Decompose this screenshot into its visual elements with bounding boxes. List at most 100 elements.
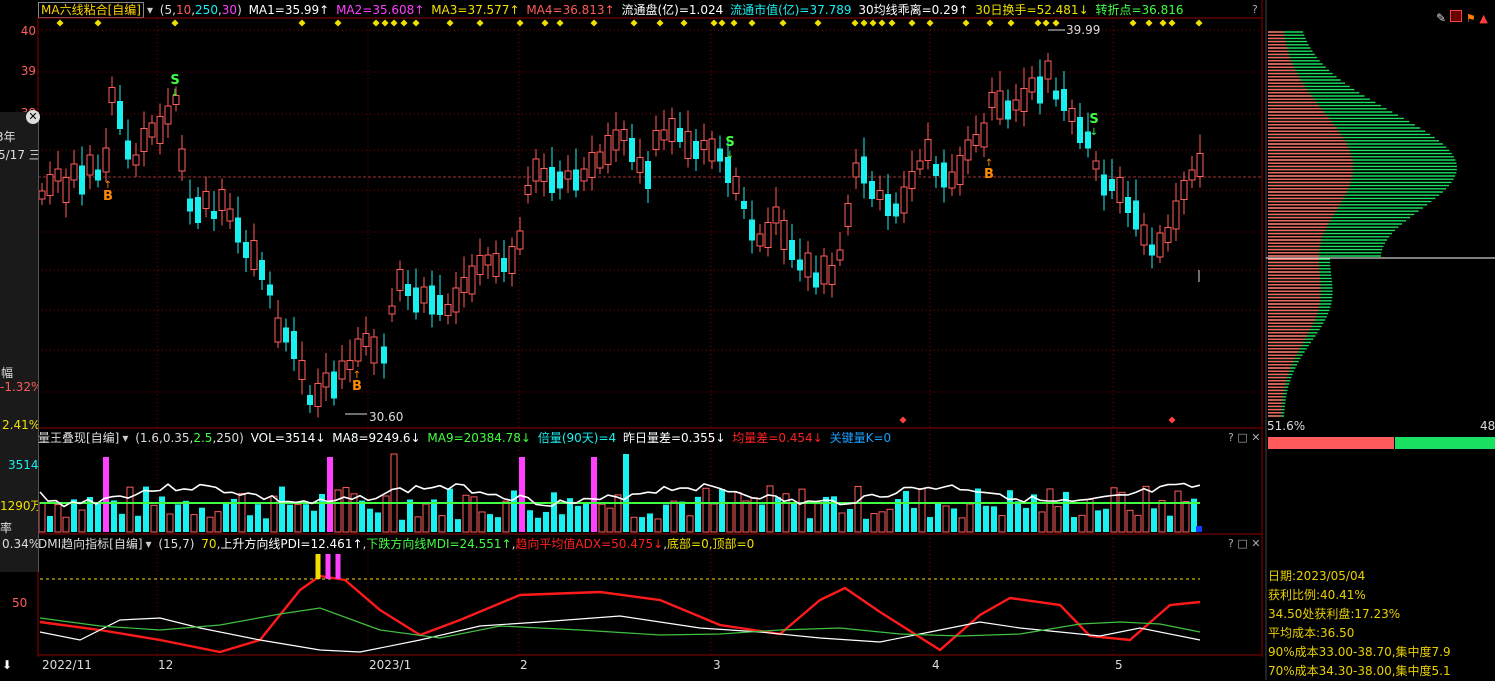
volume-bar [958,517,966,533]
chip-cost-90: 90%成本33.00-38.70,集中度7.9 [1268,645,1451,659]
volume-bar [543,511,549,532]
candle-body-up [684,131,692,159]
volume-bar [103,457,109,532]
candle-body-up [908,171,916,189]
volume-bar [223,503,229,532]
candle-body-up [708,138,716,162]
candle-body-down [933,164,939,176]
candle-body-down [1109,179,1115,191]
candle-body-down [331,371,337,399]
info-date: 5/17 三 [0,148,39,162]
signal-diamond [860,19,868,27]
volume-bar [791,502,797,532]
volume-bar [1103,508,1109,532]
volume-bar [742,500,750,533]
candle-body-down [1061,89,1067,111]
volume-bar [918,488,926,533]
candle-body-up [772,206,780,224]
candle-body-up [564,170,572,180]
dropdown-arrow-icon[interactable]: ▾ [146,537,152,551]
volume-bar [1046,488,1054,533]
candle-body-up [202,191,210,209]
volume-bar [591,457,597,532]
close-info-icon[interactable]: ✕ [26,110,40,124]
volume-bar [511,490,517,532]
info-rate-label: 率 [0,521,13,535]
volume-bar [886,508,894,533]
candle-body-up [980,122,988,148]
candle-body-up [46,174,54,196]
candle-body-up [996,90,1004,120]
candle-body-up [1012,99,1020,111]
dmi-indicator-dropdown[interactable]: DMI趋向指标[自编] [38,537,143,551]
volume-bar [927,517,933,532]
signal-diamond [1129,19,1137,27]
info-pct: 2.41% [2,418,39,432]
candle-body-up [508,246,516,274]
candle-body-up [804,252,812,278]
volume-bar [679,501,685,532]
signal-arrow-icon: ↓ [171,88,179,99]
volume-bar [150,504,158,533]
volume-bar [238,492,246,533]
volume-bar [759,504,765,532]
candle-body-down [291,331,297,359]
candle-body-up [604,135,612,165]
signal-diamond [878,19,886,27]
volume-bar [686,515,694,533]
dmi-top: 顶部=0 [712,537,755,551]
fire-icon[interactable]: ▲ [1479,12,1487,25]
signal-diamond [1052,19,1060,27]
volume-bar [303,504,309,532]
candle-body-up [1068,108,1076,122]
candle-body-up [218,189,226,211]
chip-profit-ratio: 获利比例:40.41% [1268,588,1366,602]
candle-body-up [250,240,258,270]
candle-body-down [941,162,947,188]
candle-body-up [1196,153,1204,177]
volume-marker [1196,526,1202,532]
signal-arrow-icon: ↑ [104,180,112,191]
candle-body-down [1005,100,1011,120]
volume-bar [623,454,629,532]
candle-body-down [437,295,443,315]
candle-body-up [484,254,492,266]
dmi-panel-controls[interactable]: ? □ ✕ [1228,537,1260,550]
volume-bar [710,503,718,533]
volume-bar [438,515,446,533]
candle-body-up [900,186,908,214]
volume-bar [1054,506,1062,533]
info-year: 3年 [0,130,16,144]
volume-bar [1126,509,1134,533]
key-volume-k: 关键量K=0 [829,431,892,445]
volume-bar [863,518,869,532]
pen-icon[interactable]: ✎ [1436,11,1446,25]
candle-body-up [652,130,660,150]
volume-bar [159,496,165,532]
candle-body-down [1149,244,1155,256]
volume-bar [966,503,974,533]
volume-panel-controls[interactable]: ? □ ✕ [1228,431,1260,444]
candle-body-up [476,255,484,275]
volume-bar [462,494,470,533]
volume-bar [455,519,461,532]
flag-icon[interactable]: ⚑ [1466,12,1476,25]
volume-bar [334,489,342,533]
volume-bar [807,518,813,532]
volume-bar [502,500,510,533]
dropdown-arrow-icon[interactable]: ▾ [122,431,128,445]
volume-bar [1007,490,1013,532]
candle-body-up [226,208,234,222]
candle-body-up [516,230,524,250]
signal-arrow-icon: ↓ [1090,127,1098,138]
signal-diamond [381,19,389,27]
chip-loss-pct: 48 [1480,419,1495,433]
volume-bar [311,510,317,532]
volume-bar [183,500,189,532]
signal-diamond [1145,19,1153,27]
chart-icon[interactable] [1449,10,1462,22]
chip-profit-pct: 51.6% [1267,419,1306,433]
download-arrow-icon[interactable]: ⬇ [2,658,12,672]
volume-indicator-dropdown[interactable]: 量王叠现[自编] [38,431,119,445]
volume-bar [327,457,333,532]
